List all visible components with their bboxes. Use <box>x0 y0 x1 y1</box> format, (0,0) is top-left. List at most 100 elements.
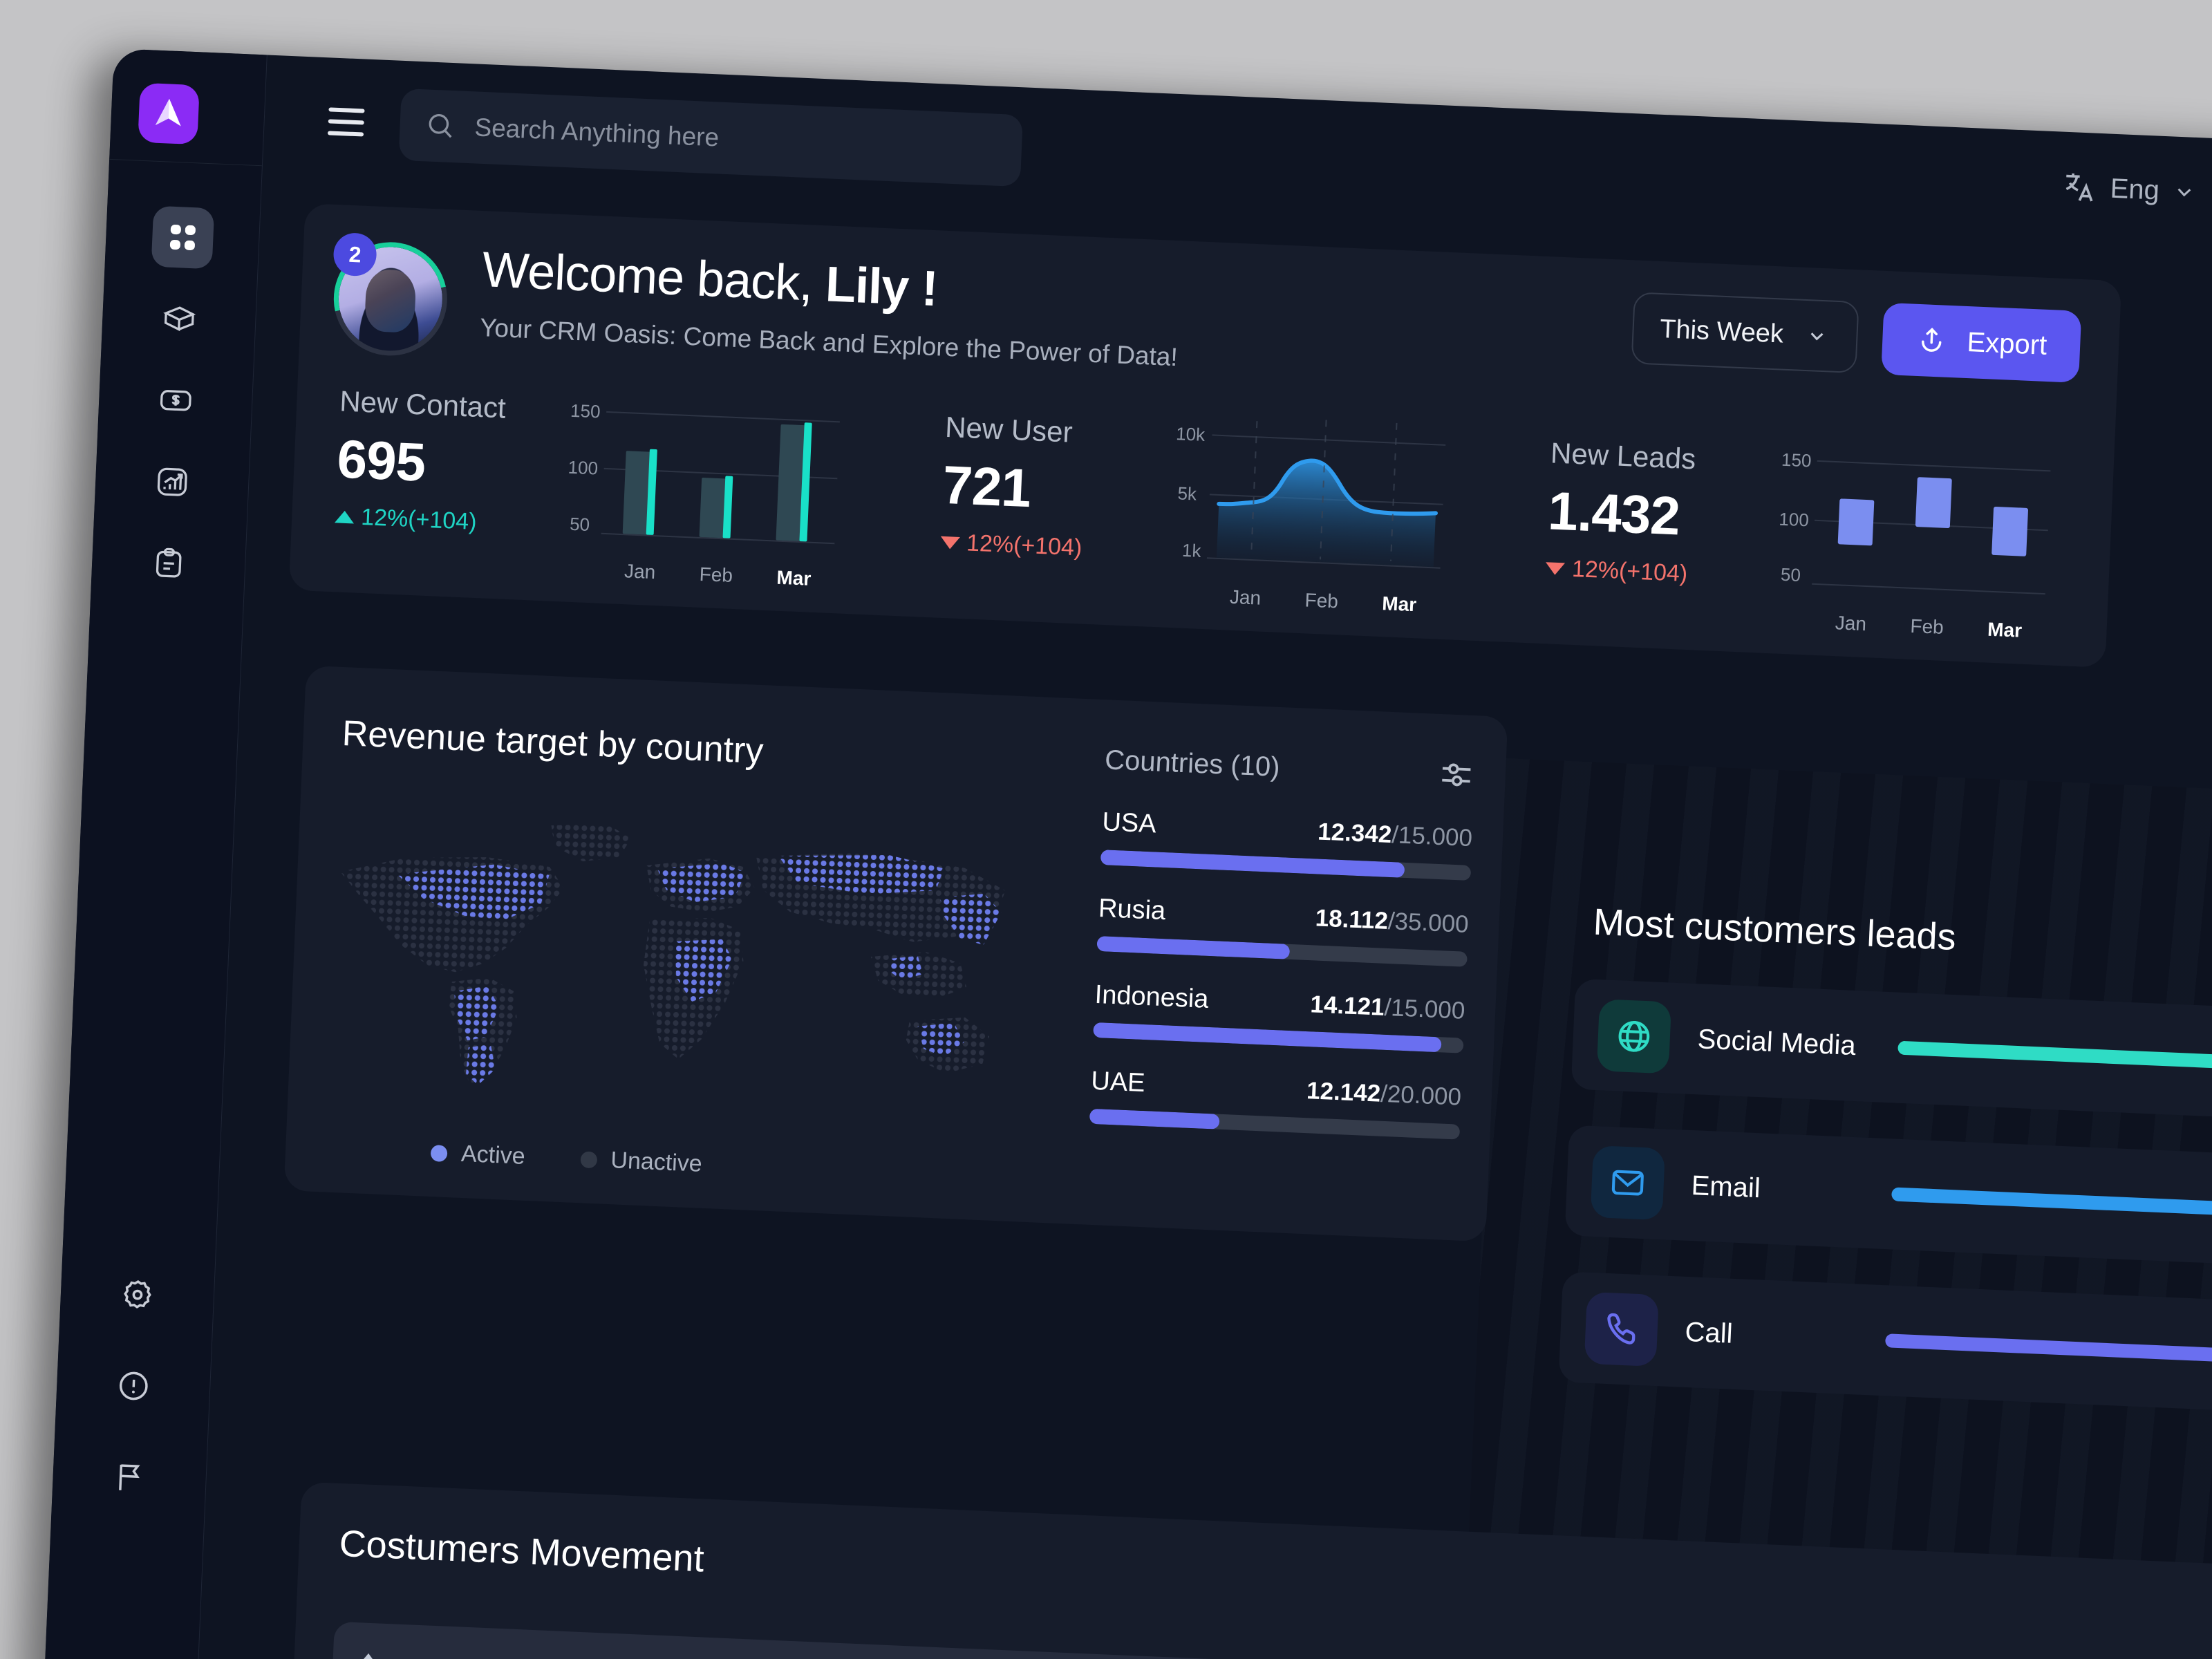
x-tick-labels: Jan Feb Mar <box>1208 585 1439 617</box>
sidebar-item-products[interactable] <box>101 275 257 363</box>
search-icon <box>429 114 452 138</box>
translate-icon <box>2065 173 2093 202</box>
y-tick-50: 50 <box>1780 563 1801 585</box>
language-label: Eng <box>2109 173 2160 206</box>
welcome-card: 2 Welcome back, Lily ! Your CRM Oasis: C… <box>288 203 2122 668</box>
country-target: /20.000 <box>1380 1080 1462 1111</box>
sidebar-item-settings[interactable] <box>59 1246 215 1343</box>
y-tick-150: 150 <box>570 400 601 422</box>
lead-row-call[interactable]: Call <box>1558 1271 2212 1412</box>
kpi-label: New Contact <box>339 384 507 424</box>
kpi-label: New User <box>944 410 1074 449</box>
country-target: /15.000 <box>1383 993 1466 1024</box>
country-progress-fill <box>1089 1108 1220 1130</box>
export-button-label: Export <box>1966 326 2048 361</box>
countries-panel: Countries (10) USA 12.342/15.000 Rusia 1… <box>1058 699 1508 1242</box>
chevron-down-icon <box>1810 332 1824 341</box>
x-tick: Jan <box>1835 612 1867 635</box>
clipboard-icon <box>156 547 181 578</box>
lead-label: Social Media <box>1696 1023 1857 1061</box>
y-tick-150: 150 <box>1781 449 1812 471</box>
country-name: UAE <box>1090 1066 1146 1098</box>
upload-export-icon <box>1922 328 1942 352</box>
x-tick: Feb <box>1304 589 1339 612</box>
phone-icon-wrap <box>1584 1291 1659 1367</box>
lead-progress-bar <box>1897 1040 2212 1071</box>
kpi-new-contact: New Contact 695 12%(+104) 150 100 50 Jan… <box>291 376 903 590</box>
country-current: 14.121 <box>1309 991 1385 1021</box>
table-header-information[interactable] <box>360 1652 983 1659</box>
app-logo[interactable] <box>138 82 200 145</box>
leads-title: Most customers leads <box>1592 901 1957 959</box>
welcome-username: Lily ! <box>824 256 939 317</box>
bars <box>1815 445 2052 597</box>
bar-mar <box>1987 453 2033 597</box>
x-tick-current: Mar <box>1381 592 1417 616</box>
x-tick-labels: Jan Feb Mar <box>602 559 834 591</box>
app-window: Search Anything here Eng 2 Welcome back,… <box>40 48 2212 1659</box>
country-progress-track <box>1089 1108 1461 1140</box>
country-name: Rusia <box>1098 894 1167 926</box>
most-customers-leads-panel: Most customers leads Social Media Email … <box>1558 900 2212 1412</box>
y-tick-1k: 1k <box>1181 539 1202 561</box>
kpi-label: New Leads <box>1550 436 1697 476</box>
kpi-delta-text: 12%(+104) <box>360 503 478 536</box>
world-map <box>312 787 1057 1116</box>
country-row-indonesia: Indonesia 14.121/15.000 <box>1093 980 1465 1053</box>
lead-progress-bar <box>1885 1333 2212 1363</box>
sliders-filter-icon[interactable] <box>1437 756 1476 794</box>
sidebar-item-tasks[interactable] <box>91 519 247 607</box>
revenue-card-title: Revenue target by country <box>341 713 765 772</box>
kpi-text: New User 721 12%(+104) <box>939 411 1153 565</box>
sidebar-item-flag[interactable] <box>51 1428 207 1526</box>
welcome-greeting: Welcome back, <box>481 242 814 312</box>
kpi-delta: 12%(+104) <box>1545 554 1753 590</box>
search-bar[interactable]: Search Anything here <box>398 88 1024 187</box>
sidebar <box>40 48 268 1659</box>
date-range-select[interactable]: This Week <box>1631 292 1860 374</box>
country-progress-fill <box>1100 850 1405 878</box>
country-current: 12.342 <box>1317 818 1393 849</box>
welcome-actions: This Week Export <box>1631 292 2082 383</box>
area-series <box>1216 420 1438 568</box>
trend-up-icon <box>334 509 355 523</box>
lead-row-email[interactable]: Email <box>1564 1125 2212 1266</box>
trend-down-icon <box>939 536 960 550</box>
sidebar-item-dashboard[interactable] <box>104 194 261 281</box>
country-row-rusia: Rusia 18.112/35.000 <box>1096 894 1469 967</box>
sidebar-item-finance[interactable] <box>97 357 254 444</box>
hamburger-menu-icon[interactable] <box>327 107 365 144</box>
legend-label-active: Active <box>460 1140 526 1170</box>
hamburger-line <box>328 107 365 113</box>
kpi-text: New Contact 695 12%(+104) <box>334 384 548 538</box>
revenue-target-card: Revenue target by country Active Unactiv… <box>283 665 1508 1242</box>
country-row-uae: UAE 12.142/20.000 <box>1089 1067 1462 1140</box>
country-values: 12.142/20.000 <box>1306 1077 1461 1112</box>
avatar[interactable]: 2 <box>312 221 469 377</box>
search-input[interactable]: Search Anything here <box>474 113 720 152</box>
y-tick-10k: 10k <box>1175 423 1206 445</box>
x-tick: Feb <box>699 563 733 586</box>
country-name: Indonesia <box>1094 980 1210 1014</box>
export-button[interactable]: Export <box>1881 302 2082 383</box>
sidebar-item-help[interactable] <box>55 1337 212 1434</box>
bar-feb <box>1910 449 1956 593</box>
date-range-value: This Week <box>1659 314 1784 349</box>
y-tick-100: 100 <box>1778 508 1810 531</box>
origami-arrow-logo-icon <box>155 98 181 126</box>
kpi-delta: 12%(+104) <box>334 503 543 538</box>
legend-unactive: Unactive <box>580 1145 702 1178</box>
x-tick-current: Mar <box>1987 618 2023 641</box>
analytics-chart-icon <box>157 467 187 496</box>
country-current: 18.112 <box>1315 904 1389 935</box>
sidebar-item-analytics[interactable] <box>94 438 250 525</box>
country-row-usa: USA 12.342/15.000 <box>1100 807 1473 881</box>
dotted-world-map <box>312 787 1057 1116</box>
new-leads-bar-chart: 150 100 50 Jan Feb Mar <box>1776 440 2052 641</box>
kpi-delta-text: 12%(+104) <box>966 529 1083 561</box>
lead-row-social-media[interactable]: Social Media <box>1571 978 2212 1119</box>
package-box-icon <box>162 306 196 332</box>
kpi-delta: 12%(+104) <box>939 529 1147 565</box>
language-selector[interactable]: Eng <box>2061 168 2199 211</box>
kpi-text: New Leads 1.432 12%(+104) <box>1545 436 1759 590</box>
